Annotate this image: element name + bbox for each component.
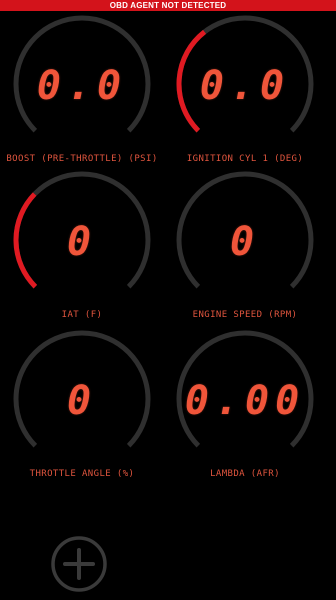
gauge-ignition-cyl1[interactable]: 0.0 IGNITION CYL 1 (DEG) bbox=[163, 8, 327, 168]
gauge-label: ENGINE SPEED (RPM) bbox=[192, 310, 298, 320]
gauge-label: IGNITION CYL 1 (DEG) bbox=[186, 154, 304, 164]
gauge-value: 0 bbox=[229, 219, 261, 265]
gauge-iat[interactable]: 0 IAT (F) bbox=[0, 164, 164, 324]
gauge-value: 0.0 bbox=[199, 63, 291, 109]
gauge-engine-speed[interactable]: 0 ENGINE SPEED (RPM) bbox=[163, 164, 327, 324]
gauge-lambda[interactable]: 0.00 LAMBDA (AFR) bbox=[163, 323, 327, 483]
gauge-label: THROTTLE ANGLE (%) bbox=[29, 469, 135, 479]
gauge-throttle-angle[interactable]: 0 THROTTLE ANGLE (%) bbox=[0, 323, 164, 483]
gauge-label: IAT (F) bbox=[61, 310, 103, 320]
gauge-label: BOOST (PRE-THROTTLE) (PSI) bbox=[6, 154, 158, 164]
gauge-value: 0.0 bbox=[36, 63, 128, 109]
gauge-value: 0.00 bbox=[184, 378, 306, 424]
gauge-label: LAMBDA (AFR) bbox=[210, 469, 280, 479]
plus-circle-icon bbox=[51, 536, 107, 592]
gauge-value: 0 bbox=[66, 378, 98, 424]
gauge-boost[interactable]: 0.0 BOOST (PRE-THROTTLE) (PSI) bbox=[0, 8, 164, 168]
add-gauge-button[interactable] bbox=[50, 535, 108, 593]
gauge-value: 0 bbox=[66, 219, 98, 265]
